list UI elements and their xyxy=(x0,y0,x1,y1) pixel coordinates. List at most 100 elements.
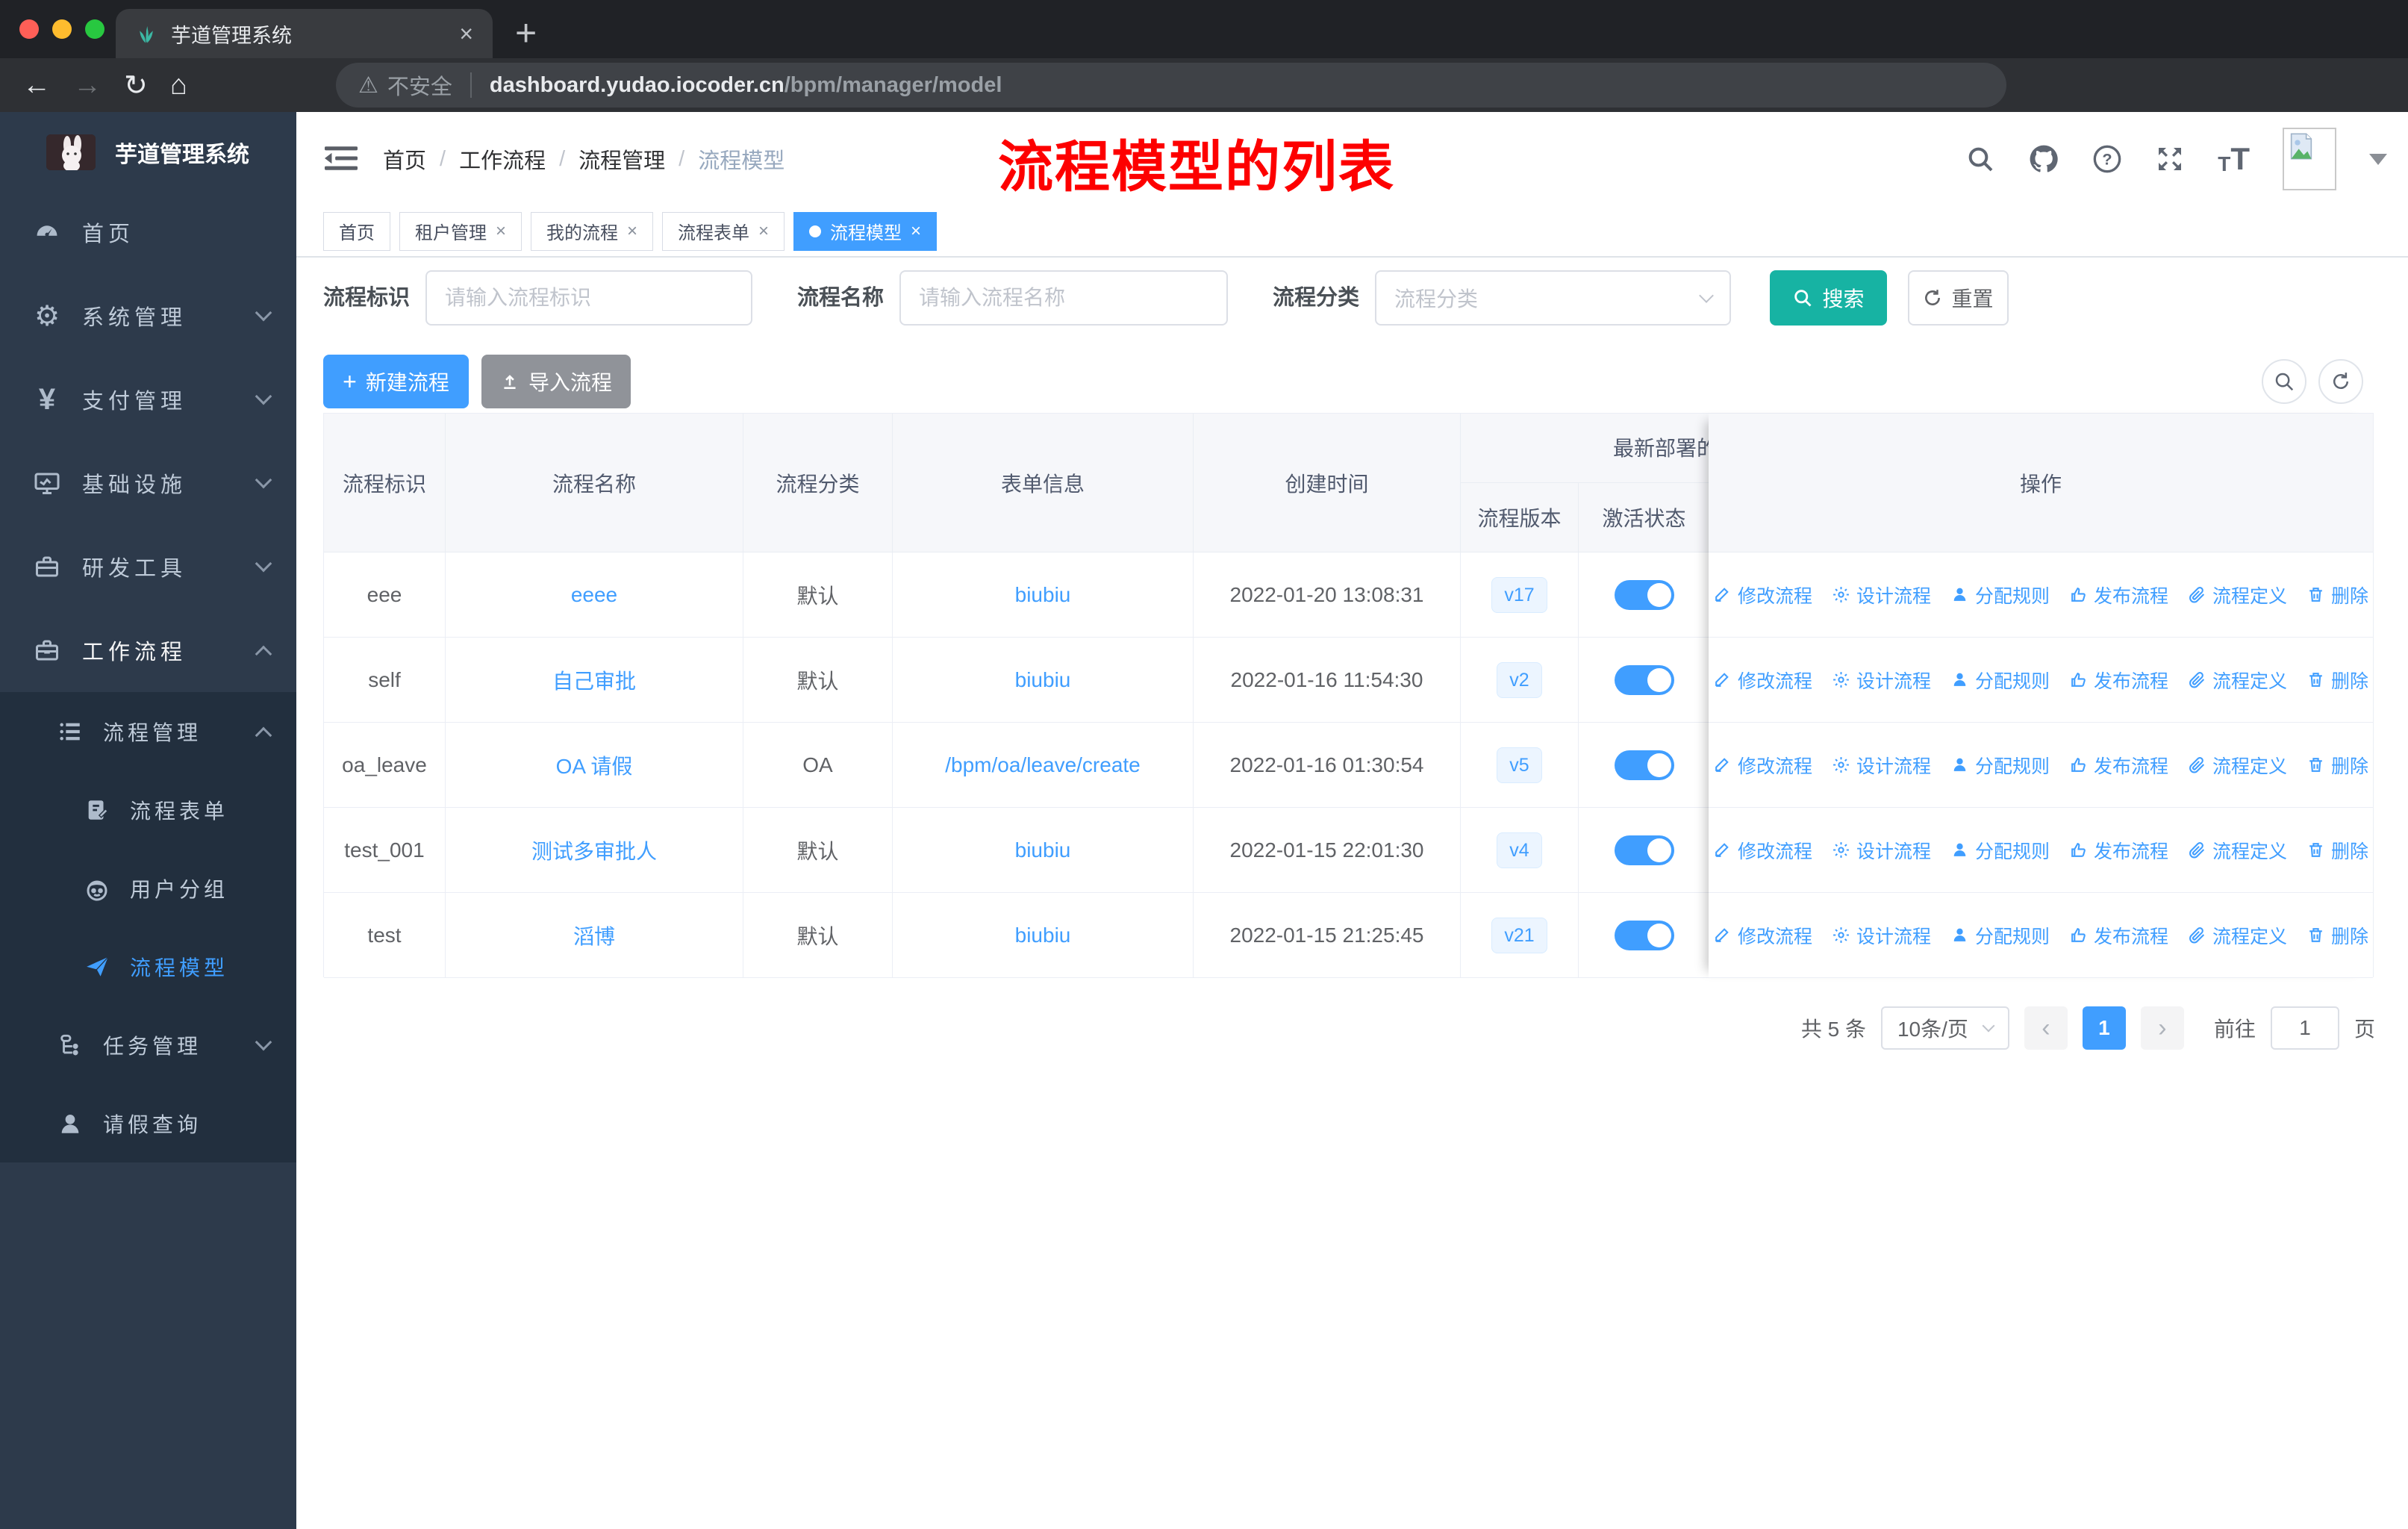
sidebar-item-workflow[interactable]: 工作流程 xyxy=(0,608,296,692)
form-info-link[interactable]: /bpm/oa/leave/create xyxy=(945,753,1141,777)
goto-page-input[interactable] xyxy=(2270,1006,2339,1050)
font-size-icon[interactable]: TT xyxy=(2218,143,2250,175)
modify-process-link[interactable]: 修改流程 xyxy=(1713,582,1812,608)
design-process-link[interactable]: 设计流程 xyxy=(1832,667,1931,694)
close-icon[interactable]: × xyxy=(758,221,769,242)
sidebar-item-devtools[interactable]: 研发工具 xyxy=(0,525,296,608)
back-icon[interactable]: ← xyxy=(22,69,51,102)
show-search-button[interactable] xyxy=(2262,359,2306,404)
form-info-link[interactable]: biubiu xyxy=(1015,924,1071,947)
process-definition-link[interactable]: 流程定义 xyxy=(2188,837,2287,864)
publish-process-link[interactable]: 发布流程 xyxy=(2069,752,2168,779)
publish-process-link[interactable]: 发布流程 xyxy=(2069,582,2168,608)
sidebar-logo[interactable]: 芋道管理系统 xyxy=(0,112,296,193)
design-process-link[interactable]: 设计流程 xyxy=(1832,752,1931,779)
process-name-link[interactable]: OA 请假 xyxy=(556,750,633,780)
prev-page-button[interactable]: ‹ xyxy=(2024,1006,2068,1050)
modify-process-link[interactable]: 修改流程 xyxy=(1713,667,1812,694)
tag-process-model[interactable]: 流程模型 × xyxy=(793,211,938,251)
sidebar-item-home[interactable]: 首页 xyxy=(0,190,296,274)
tag-tenant[interactable]: 租户管理 × xyxy=(399,211,523,251)
process-definition-link[interactable]: 流程定义 xyxy=(2188,582,2287,608)
current-page[interactable]: 1 xyxy=(2082,1006,2126,1050)
search-button[interactable]: 搜索 xyxy=(1770,270,1887,326)
publish-process-link[interactable]: 发布流程 xyxy=(2069,667,2168,694)
sidebar-item-payment[interactable]: ¥ 支付管理 xyxy=(0,358,296,441)
sidebar-item-system[interactable]: ⚙ 系统管理 xyxy=(0,274,296,358)
modify-process-link[interactable]: 修改流程 xyxy=(1713,922,1812,949)
sidebar-item-process-form[interactable]: 流程表单 xyxy=(0,770,296,849)
close-icon[interactable]: × xyxy=(627,221,637,242)
delete-link[interactable]: 删除 xyxy=(2306,922,2368,949)
assign-rule-link[interactable]: 分配规则 xyxy=(1950,837,2050,864)
search-icon[interactable] xyxy=(1965,144,1995,174)
sidebar-item-leave-query[interactable]: 请假查询 xyxy=(0,1084,296,1162)
close-icon[interactable]: × xyxy=(496,221,506,242)
refresh-table-button[interactable] xyxy=(2318,359,2363,404)
filter-key-input[interactable] xyxy=(425,270,752,326)
assign-rule-link[interactable]: 分配规则 xyxy=(1950,752,2050,779)
page-size-select[interactable]: 10条/页 xyxy=(1880,1006,2009,1050)
fullscreen-icon[interactable] xyxy=(2155,144,2185,174)
sidebar-item-task-mgmt[interactable]: 任务管理 xyxy=(0,1006,296,1084)
active-toggle[interactable] xyxy=(1614,920,1674,950)
publish-process-link[interactable]: 发布流程 xyxy=(2069,837,2168,864)
modify-process-link[interactable]: 修改流程 xyxy=(1713,752,1812,779)
forward-icon[interactable]: → xyxy=(73,69,102,102)
avatar[interactable] xyxy=(2283,128,2336,190)
process-name-link[interactable]: eeee xyxy=(571,583,617,607)
active-toggle[interactable] xyxy=(1614,750,1674,780)
help-icon[interactable]: ? xyxy=(2092,144,2122,174)
close-icon[interactable]: × xyxy=(911,221,921,242)
process-definition-link[interactable]: 流程定义 xyxy=(2188,752,2287,779)
tag-process-form[interactable]: 流程表单 × xyxy=(662,211,785,251)
home-icon[interactable]: ⌂ xyxy=(170,69,187,102)
publish-process-link[interactable]: 发布流程 xyxy=(2069,922,2168,949)
assign-rule-link[interactable]: 分配规则 xyxy=(1950,667,2050,694)
filter-category-select[interactable]: 流程分类 xyxy=(1375,270,1731,326)
delete-link[interactable]: 删除 xyxy=(2306,752,2368,779)
active-toggle[interactable] xyxy=(1614,835,1674,865)
zoom-window-button[interactable] xyxy=(85,19,105,39)
avatar-caret-icon[interactable] xyxy=(2369,153,2387,165)
sidebar-item-infra[interactable]: 基础设施 xyxy=(0,441,296,525)
process-name-link[interactable]: 测试多审批人 xyxy=(531,835,657,865)
github-icon[interactable] xyxy=(2028,143,2059,175)
modify-process-link[interactable]: 修改流程 xyxy=(1713,837,1812,864)
sidebar-item-process-mgmt[interactable]: 流程管理 xyxy=(0,692,296,770)
process-definition-link[interactable]: 流程定义 xyxy=(2188,667,2287,694)
window-controls[interactable] xyxy=(19,19,105,39)
delete-link[interactable]: 删除 xyxy=(2306,582,2368,608)
collapse-sidebar-icon[interactable] xyxy=(325,143,358,173)
active-toggle[interactable] xyxy=(1614,579,1674,610)
form-info-link[interactable]: biubiu xyxy=(1015,583,1071,607)
new-tab-button[interactable]: + xyxy=(515,10,537,55)
process-name-link[interactable]: 自己审批 xyxy=(552,665,636,695)
next-page-button[interactable]: › xyxy=(2140,1006,2184,1050)
create-process-button[interactable]: + 新建流程 xyxy=(323,355,469,408)
close-window-button[interactable] xyxy=(19,19,39,39)
breadcrumb-item[interactable]: 流程管理 xyxy=(578,143,665,175)
assign-rule-link[interactable]: 分配规则 xyxy=(1950,922,2050,949)
reset-button[interactable]: 重置 xyxy=(1908,270,2009,326)
browser-tab[interactable]: 芋道管理系统 × xyxy=(116,9,493,58)
address-bar[interactable]: ⚠ 不安全 dashboard.yudao.iocoder.cn/bpm/man… xyxy=(336,63,2006,108)
assign-rule-link[interactable]: 分配规则 xyxy=(1950,582,2050,608)
delete-link[interactable]: 删除 xyxy=(2306,837,2368,864)
process-name-link[interactable]: 滔博 xyxy=(573,921,615,950)
form-info-link[interactable]: biubiu xyxy=(1015,668,1071,692)
sidebar-item-user-group[interactable]: 用户分组 xyxy=(0,849,296,927)
design-process-link[interactable]: 设计流程 xyxy=(1832,582,1931,608)
design-process-link[interactable]: 设计流程 xyxy=(1832,837,1931,864)
tag-home[interactable]: 首页 xyxy=(323,211,390,251)
form-info-link[interactable]: biubiu xyxy=(1015,838,1071,862)
delete-link[interactable]: 删除 xyxy=(2306,667,2368,694)
process-definition-link[interactable]: 流程定义 xyxy=(2188,922,2287,949)
tag-my-process[interactable]: 我的流程 × xyxy=(531,211,654,251)
sidebar-item-process-model[interactable]: 流程模型 xyxy=(0,927,296,1006)
import-process-button[interactable]: 导入流程 xyxy=(481,355,631,408)
filter-name-input[interactable] xyxy=(899,270,1228,326)
breadcrumb-item[interactable]: 工作流程 xyxy=(459,143,546,175)
breadcrumb-item[interactable]: 首页 xyxy=(383,143,426,175)
reload-icon[interactable]: ↻ xyxy=(124,69,148,102)
